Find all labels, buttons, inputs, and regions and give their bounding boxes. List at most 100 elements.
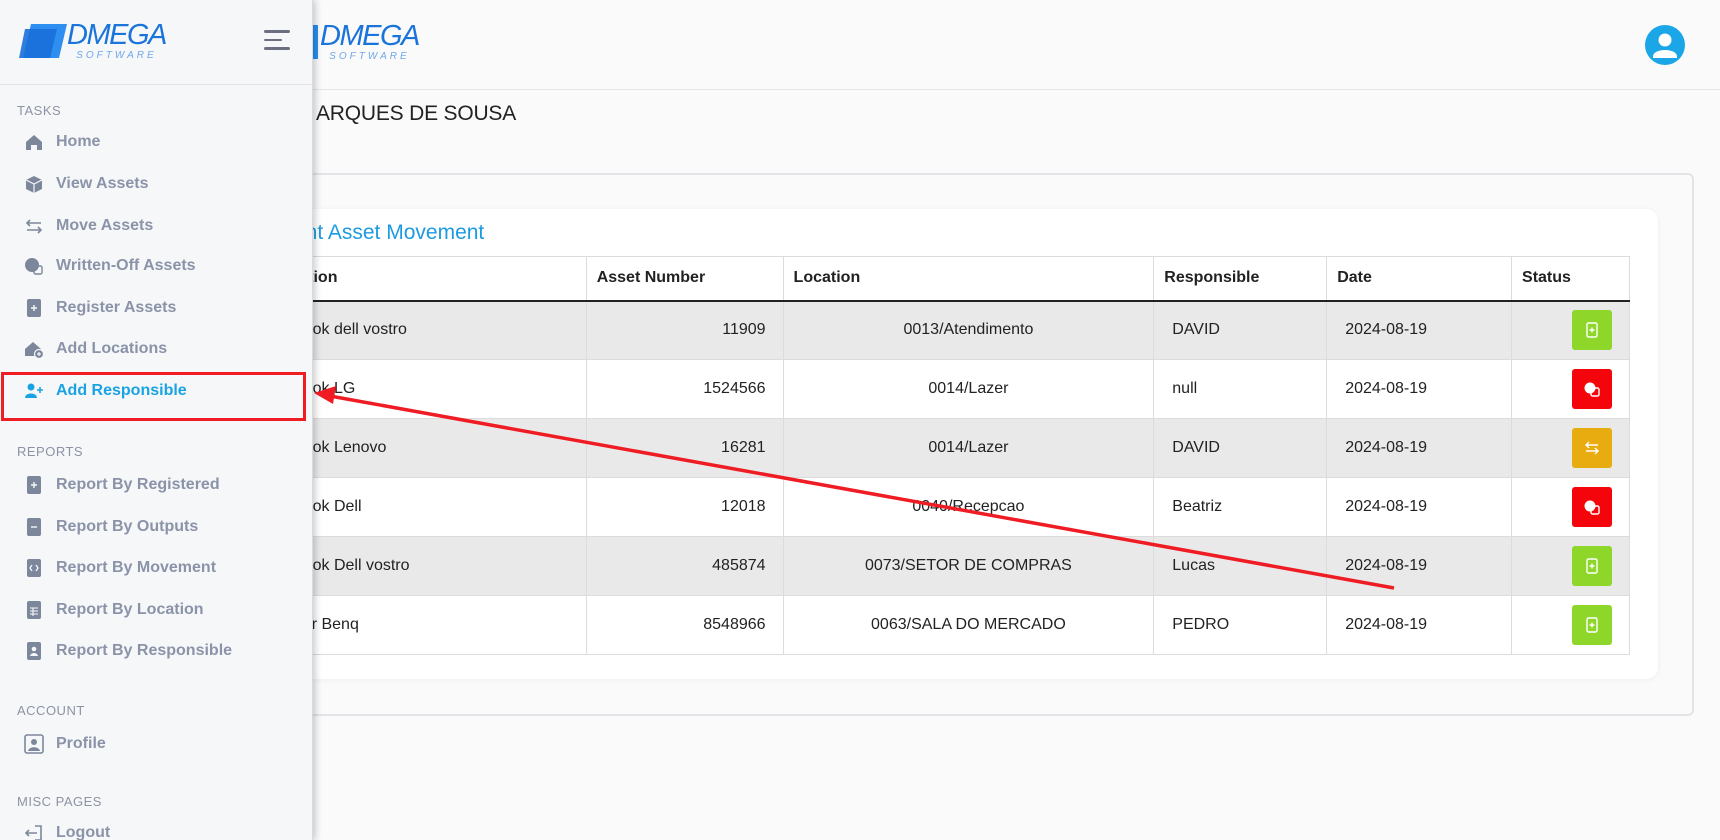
cell-location: 0073/SETOR DE COMPRAS	[782, 536, 1155, 596]
table-row[interactable]: Notebook Dell120180040/RecepcaoBeatriz20…	[250, 477, 1630, 537]
sidebar-item-label: Add Locations	[56, 340, 168, 357]
sidebar-item-add-locations[interactable]: Add Locations	[20, 334, 167, 364]
register-icon	[1586, 322, 1598, 338]
cell-asset-number: 1524566	[585, 359, 784, 419]
column-header[interactable]: Asset Number	[585, 256, 784, 302]
person-badge-icon	[20, 732, 48, 756]
sidebar-item-label: Profile	[56, 735, 106, 752]
section-label-reports: REPORTS	[17, 444, 84, 459]
cell-status	[1511, 300, 1630, 360]
sidebar-item-home[interactable]: Home	[20, 127, 100, 157]
status-written-off-button[interactable]	[1572, 369, 1612, 409]
sidebar-item-report-by-movement[interactable]: Report By Movement	[20, 553, 216, 583]
home-icon	[20, 130, 48, 154]
column-header[interactable]: Date	[1326, 256, 1513, 302]
sidebar-item-report-by-outputs[interactable]: Report By Outputs	[20, 512, 198, 542]
file-minus-icon	[20, 515, 48, 539]
table-row[interactable]: Notebook LG15245660014/Lazernull2024-08-…	[250, 359, 1630, 419]
cell-location: 0040/Recepcao	[782, 477, 1155, 537]
sidebar-item-profile[interactable]: Profile	[20, 729, 106, 759]
asset-movement-table: escription Asset Number Location Respons…	[250, 256, 1630, 655]
cell-date: 2024-08-19	[1326, 359, 1513, 419]
cell-asset-number: 485874	[585, 536, 784, 596]
cell-date: 2024-08-19	[1326, 418, 1513, 478]
sidebar-item-label: Register Assets	[56, 299, 177, 316]
sidebar-item-label: Report By Movement	[56, 559, 217, 576]
sidebar-item-label: Written-Off Assets	[56, 257, 196, 274]
file-plus-icon	[20, 473, 48, 497]
user-avatar[interactable]	[1645, 25, 1685, 65]
brand-name: DMEGA	[320, 20, 420, 52]
brand-sub: SOFTWARE	[329, 51, 410, 62]
sidebar-item-label: View Assets	[56, 175, 149, 192]
cell-location: 0063/SALA DO MERCADO	[782, 595, 1155, 655]
sidebar-item-label: Report By Location	[56, 601, 204, 618]
box-icon	[20, 172, 48, 196]
cell-location: 0014/Lazer	[782, 418, 1155, 478]
sidebar-item-label: Logout	[56, 824, 111, 840]
brand-sub: SOFTWARE	[76, 50, 157, 61]
written-off-icon	[1584, 382, 1600, 397]
brand-name: DMEGA	[67, 19, 167, 51]
section-label-account: ACCOUNT	[17, 703, 85, 718]
cell-status	[1511, 418, 1630, 478]
table-row[interactable]: Notebook dell vostro 11909 0013/Atendiment…	[250, 300, 1630, 360]
card-title: ent Asset Movement	[294, 221, 485, 244]
cell-asset-number: 12018	[585, 477, 784, 537]
logout-icon	[20, 821, 48, 840]
brand-logo[interactable]: DMEGA SOFTWARE	[296, 20, 420, 62]
table-row[interactable]: Notebook Lenovo 16281 0014/Lazer DAVID 2024-…	[250, 418, 1630, 478]
status-register-button[interactable]	[1572, 310, 1612, 351]
cell-date: 2024-08-19	[1326, 477, 1513, 537]
sidebar-item-label: Report By Registered	[56, 476, 220, 493]
cell-asset-number: 16281	[585, 418, 784, 478]
cell-responsible: Beatriz	[1153, 477, 1328, 537]
section-label-misc: MISC PAGES	[17, 794, 102, 809]
sidebar-item-move-assets[interactable]: Move Assets	[20, 211, 153, 241]
move-icon	[1585, 441, 1599, 455]
sidebar-brand-logo[interactable]: DMEGA SOFTWARE	[17, 19, 167, 62]
divider	[0, 84, 313, 85]
cell-date: 2024-08-19	[1326, 536, 1513, 596]
sidebar-item-view-assets[interactable]: View Assets	[20, 169, 149, 199]
cell-asset-number: 11909	[585, 300, 784, 360]
status-register-button[interactable]	[1572, 605, 1612, 645]
cell-responsible: Lucas	[1153, 536, 1328, 596]
cell-status	[1511, 536, 1630, 596]
cell-status	[1511, 595, 1630, 655]
sidebar-item-report-by-location[interactable]: Report By Location	[20, 595, 204, 625]
cell-responsible: DAVID	[1153, 300, 1328, 360]
column-header[interactable]: Status	[1511, 256, 1630, 302]
logo-mark-icon	[19, 24, 67, 58]
sidebar-item-report-by-responsible[interactable]: Report By Responsible	[20, 636, 232, 666]
sidebar-item-register-assets[interactable]: Register Assets	[20, 293, 176, 323]
column-header[interactable]: Responsible	[1153, 256, 1328, 302]
table-row[interactable]: Notebook Dell vostro 485874 0073/SETOR DE …	[250, 536, 1630, 596]
cell-date: 2024-08-19	[1326, 595, 1513, 655]
written-off-icon	[20, 254, 48, 278]
file-code-icon	[20, 556, 48, 580]
status-written-off-button[interactable]	[1572, 487, 1612, 527]
sidebar-item-label: Move Assets	[56, 217, 154, 234]
cell-location: 0013/Atendimento	[782, 300, 1155, 360]
status-move-button[interactable]	[1572, 428, 1612, 468]
swap-arrows-icon	[20, 214, 48, 238]
register-icon	[1586, 558, 1598, 574]
status-register-button[interactable]	[1572, 546, 1612, 586]
page-title: ARQUES DE SOUSA	[316, 102, 517, 125]
file-person-icon	[20, 639, 48, 663]
column-header[interactable]: Location	[782, 256, 1155, 302]
file-plus-icon	[20, 296, 48, 320]
cell-asset-number: 8548966	[585, 595, 784, 655]
table-header-row: escription Asset Number Location Respons…	[250, 256, 1630, 302]
cell-date: 2024-08-19	[1326, 300, 1513, 360]
cell-responsible: DAVID	[1153, 418, 1328, 478]
cell-location: 0014/Lazer	[782, 359, 1155, 419]
sidebar-item-logout[interactable]: Logout	[20, 818, 110, 840]
section-label-tasks: TASKS	[17, 103, 62, 118]
menu-toggle-button[interactable]	[264, 30, 292, 54]
cell-status	[1511, 477, 1630, 537]
table-row[interactable]: Projetor Benq85489660063/SALA DO MERCADO…	[250, 595, 1630, 655]
sidebar-item-written-off-assets[interactable]: Written-Off Assets	[20, 251, 196, 281]
sidebar-item-report-by-registered[interactable]: Report By Registered	[20, 470, 220, 500]
